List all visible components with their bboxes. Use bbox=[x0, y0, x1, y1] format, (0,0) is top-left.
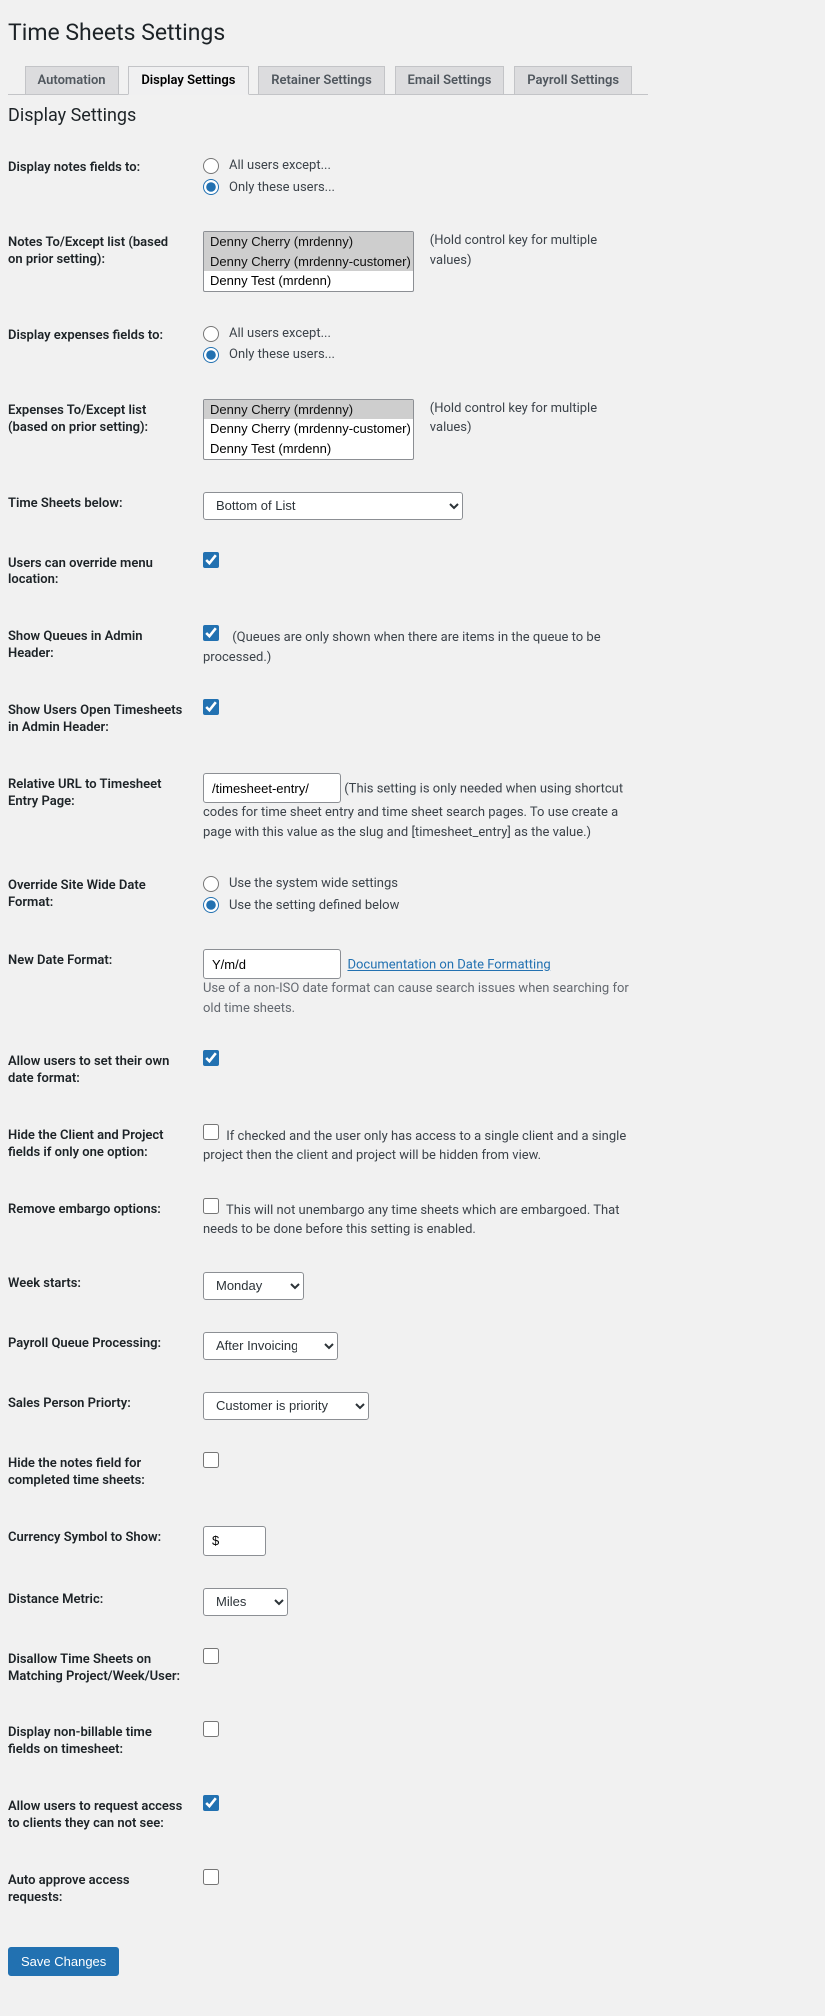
checkbox-hide-client[interactable] bbox=[203, 1124, 219, 1140]
hint-hide-client: If checked and the user only has access … bbox=[203, 1129, 626, 1164]
label-notes-list: Notes To/Except list (based on prior set… bbox=[8, 215, 193, 308]
label-week-starts: Week starts: bbox=[8, 1256, 193, 1316]
checkbox-show-queues[interactable] bbox=[203, 625, 219, 641]
label-override-date: Override Site Wide Date Format: bbox=[8, 858, 193, 933]
checkbox-remove-embargo[interactable] bbox=[203, 1198, 219, 1214]
radio-label: Use the system wide settings bbox=[229, 874, 398, 894]
label-expenses-list: Expenses To/Except list (based on prior … bbox=[8, 383, 193, 476]
label-display-expenses: Display expenses fields to: bbox=[8, 308, 193, 383]
checkbox-req-access[interactable] bbox=[203, 1795, 219, 1811]
hint-remove-embargo: This will not unembargo any time sheets … bbox=[203, 1203, 619, 1238]
radio-override-date-below[interactable] bbox=[203, 897, 219, 913]
input-currency[interactable] bbox=[203, 1526, 266, 1556]
checkbox-disallow[interactable] bbox=[203, 1648, 219, 1664]
checkbox-allow-own-date[interactable] bbox=[203, 1050, 219, 1066]
radio-label: Only these users... bbox=[229, 345, 335, 365]
radio-label: Use the setting defined below bbox=[229, 896, 399, 916]
label-nonbillable: Display non-billable time fields on time… bbox=[8, 1705, 193, 1779]
label-hide-client: Hide the Client and Project fields if on… bbox=[8, 1108, 193, 1182]
tab-display-settings[interactable]: Display Settings bbox=[128, 66, 248, 95]
select-expenses-list[interactable]: Denny Cherry (mrdenny) Denny Cherry (mrd… bbox=[203, 399, 414, 460]
save-button[interactable]: Save Changes bbox=[8, 1947, 119, 1976]
label-override-menu: Users can override menu location: bbox=[8, 536, 193, 610]
radio-display-notes-only[interactable] bbox=[203, 179, 219, 195]
hint-expenses-list: (Hold control key for multiple values) bbox=[430, 399, 638, 438]
checkbox-nonbillable[interactable] bbox=[203, 1721, 219, 1737]
radio-label: All users except... bbox=[229, 156, 331, 176]
select-sales-priority[interactable]: Customer is priority bbox=[203, 1392, 369, 1420]
label-payroll-q: Payroll Queue Processing: bbox=[8, 1316, 193, 1376]
radio-label: All users except... bbox=[229, 324, 331, 344]
hint-notes-list: (Hold control key for multiple values) bbox=[430, 231, 638, 270]
label-new-date: New Date Format: bbox=[8, 933, 193, 1034]
radio-override-date-system[interactable] bbox=[203, 876, 219, 892]
select-notes-list[interactable]: Denny Cherry (mrdenny) Denny Cherry (mrd… bbox=[203, 231, 414, 292]
radio-display-expenses-only[interactable] bbox=[203, 347, 219, 363]
input-new-date[interactable] bbox=[203, 949, 341, 979]
checkbox-override-menu[interactable] bbox=[203, 552, 219, 568]
tab-payroll-settings[interactable]: Payroll Settings bbox=[514, 66, 632, 94]
link-date-docs[interactable]: Documentation on Date Formatting bbox=[347, 958, 550, 973]
radio-display-notes-except[interactable] bbox=[203, 158, 219, 174]
label-show-queues: Show Queues in Admin Header: bbox=[8, 609, 193, 683]
checkbox-hide-notes-completed[interactable] bbox=[203, 1452, 219, 1468]
label-show-open: Show Users Open Timesheets in Admin Head… bbox=[8, 683, 193, 757]
label-remove-embargo: Remove embargo options: bbox=[8, 1182, 193, 1256]
label-hide-notes-completed: Hide the notes field for completed time … bbox=[8, 1436, 193, 1510]
label-currency: Currency Symbol to Show: bbox=[8, 1510, 193, 1572]
label-sales-priority: Sales Person Priorty: bbox=[8, 1376, 193, 1436]
label-distance: Distance Metric: bbox=[8, 1572, 193, 1632]
radio-label: Only these users... bbox=[229, 178, 335, 198]
select-ts-below[interactable]: Bottom of List bbox=[203, 492, 463, 520]
section-heading: Display Settings bbox=[8, 105, 648, 126]
hint-new-date: Use of a non-ISO date format can cause s… bbox=[203, 979, 638, 1018]
tab-automation[interactable]: Automation bbox=[25, 66, 119, 94]
hint-show-queues: (Queues are only shown when there are it… bbox=[203, 630, 601, 665]
label-disallow: Disallow Time Sheets on Matching Project… bbox=[8, 1632, 193, 1706]
select-week-starts[interactable]: Monday bbox=[203, 1272, 304, 1300]
label-allow-own-date: Allow users to set their own date format… bbox=[8, 1034, 193, 1108]
checkbox-auto-approve[interactable] bbox=[203, 1869, 219, 1885]
page-title: Time Sheets Settings bbox=[8, 10, 648, 50]
label-ts-below: Time Sheets below: bbox=[8, 476, 193, 536]
radio-display-expenses-except[interactable] bbox=[203, 326, 219, 342]
label-auto-approve: Auto approve access requests: bbox=[8, 1853, 193, 1927]
select-payroll-q[interactable]: After Invoicing bbox=[203, 1332, 338, 1360]
label-rel-url: Relative URL to Timesheet Entry Page: bbox=[8, 757, 193, 858]
label-req-access: Allow users to request access to clients… bbox=[8, 1779, 193, 1853]
input-rel-url[interactable] bbox=[203, 773, 341, 803]
tab-email-settings[interactable]: Email Settings bbox=[395, 66, 505, 94]
select-distance[interactable]: Miles bbox=[203, 1588, 288, 1616]
checkbox-show-open[interactable] bbox=[203, 699, 219, 715]
label-display-notes: Display notes fields to: bbox=[8, 140, 193, 215]
settings-tabs: Automation Display Settings Retainer Set… bbox=[8, 65, 648, 95]
tab-retainer-settings[interactable]: Retainer Settings bbox=[258, 66, 385, 94]
